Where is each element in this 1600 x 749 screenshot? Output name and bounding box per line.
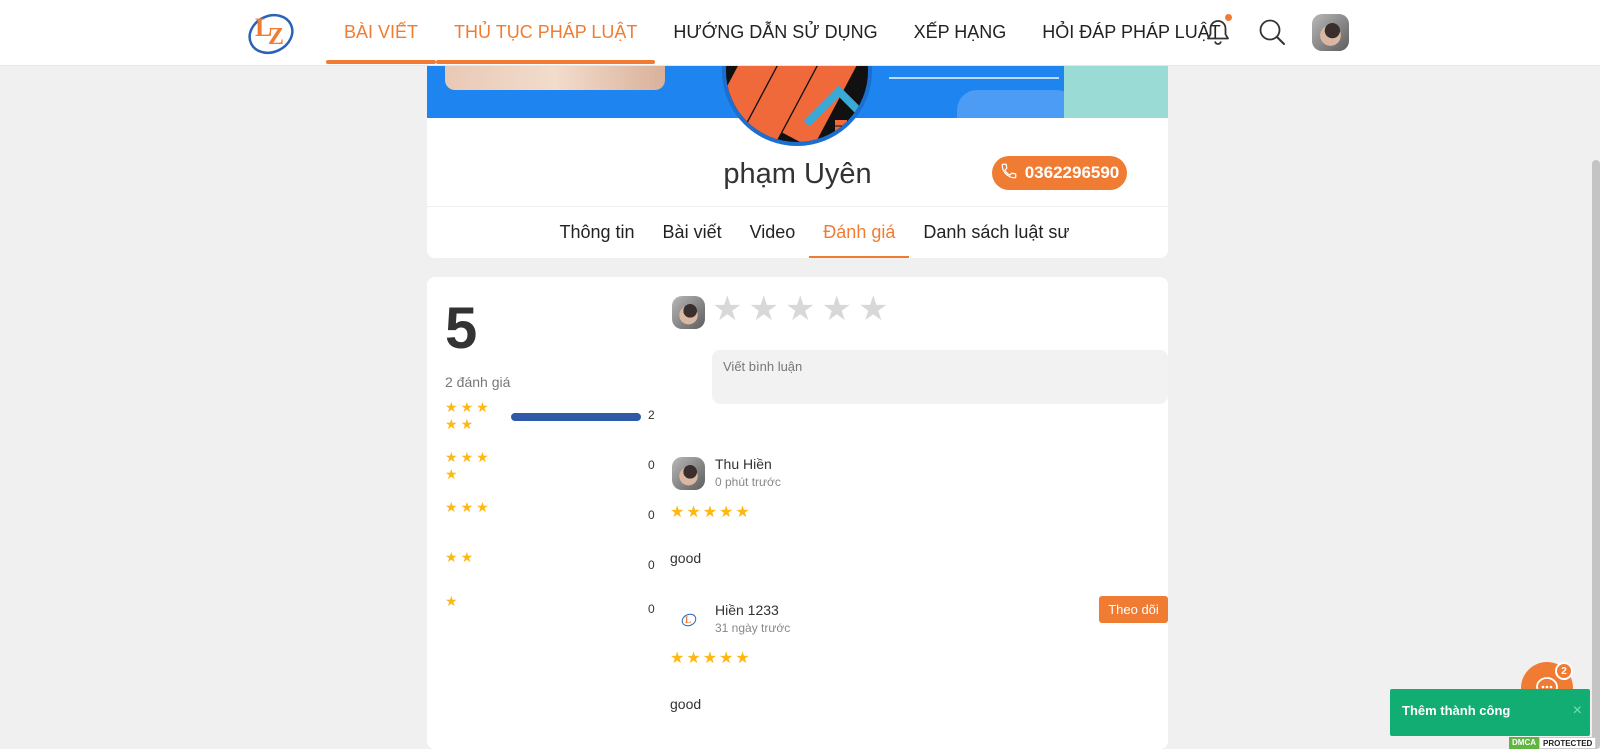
- profile-tabs: Thông tin Bài viết Video Đánh giá Danh s…: [427, 207, 1168, 258]
- reviewer-name[interactable]: Hiền 1233: [715, 602, 779, 618]
- rating-row-count: 0: [648, 508, 655, 522]
- rating-bar: [511, 463, 641, 471]
- tab-danh-gia[interactable]: Đánh giá: [809, 207, 910, 258]
- review-text: good: [670, 550, 702, 566]
- star-icon: ★: [460, 416, 474, 432]
- rating-row-stars: ★ ★ ★: [445, 499, 495, 515]
- star-icon: ★: [460, 399, 474, 415]
- user-avatar[interactable]: [1312, 14, 1349, 51]
- star-icon: ★: [445, 549, 458, 565]
- rating-bar: [511, 563, 641, 571]
- phone-number: 0362296590: [1024, 163, 1120, 182]
- current-user-avatar: [672, 296, 705, 329]
- tab-danh-sach-luat-su[interactable]: Danh sách luật sư: [909, 207, 1083, 258]
- star-icon: ★: [476, 399, 489, 415]
- toast-message: Thêm thành công: [1402, 703, 1511, 718]
- rating-row-count: 0: [648, 602, 655, 616]
- review-text: good: [670, 696, 702, 712]
- star-icon: ★: [445, 416, 458, 432]
- review-item: L Hiền 1233 31 ngày trước Theo dõi ★ ★ ★ ★ ★…: [670, 596, 1168, 713]
- star-icon: ★: [460, 499, 474, 515]
- star-icon: ★: [445, 399, 458, 415]
- rate-star-3[interactable]: ★: [785, 291, 815, 327]
- rating-row-count: 2: [648, 408, 655, 422]
- rating-bar: [511, 413, 641, 421]
- success-toast: Thêm thành công ×: [1390, 689, 1590, 736]
- rating-row-count: 0: [648, 458, 655, 472]
- star-icon: ★: [476, 449, 489, 465]
- rating-bar-fill: [511, 413, 641, 421]
- search-icon[interactable]: [1254, 14, 1290, 50]
- rating-row-stars: ★: [445, 593, 495, 609]
- review-count: 2 đánh giá: [445, 374, 511, 390]
- rating-row-2: ★ ★ 0: [445, 549, 655, 589]
- notification-dot: [1225, 14, 1232, 21]
- rating-input[interactable]: ★ ★ ★ ★ ★: [712, 291, 888, 327]
- rating-row-stars: ★ ★ ★ ★: [445, 449, 495, 482]
- review-stars: ★ ★ ★ ★ ★: [670, 650, 750, 667]
- chat-badge: 2: [1555, 662, 1573, 680]
- phone-button[interactable]: 0362296590: [992, 156, 1127, 190]
- scrollbar-thumb[interactable]: [1592, 160, 1600, 749]
- svg-text:L: L: [685, 615, 691, 625]
- rating-row-3: ★ ★ ★ 0: [445, 499, 655, 539]
- tab-thong-tin[interactable]: Thông tin: [545, 207, 648, 258]
- rating-row-1: ★ 0: [445, 593, 655, 633]
- top-header: L Z BÀI VIẾT THỦ TỤC PHÁP LUẬT HƯỚNG DẪN…: [0, 0, 1600, 66]
- rating-row-count: 0: [648, 558, 655, 572]
- svg-text:Z: Z: [268, 24, 284, 50]
- rate-star-1[interactable]: ★: [712, 291, 742, 327]
- rating-row-stars: ★ ★ ★ ★ ★: [445, 399, 495, 432]
- profile-card: phạm Uyên 0362296590 Thông tin Bài viết …: [427, 66, 1168, 258]
- nav-item-xep-hang[interactable]: XẾP HẠNG: [896, 0, 1025, 66]
- close-icon[interactable]: ×: [1573, 702, 1582, 720]
- star-icon: ★: [445, 499, 458, 515]
- rating-bar: [511, 513, 641, 521]
- tab-video[interactable]: Video: [736, 207, 810, 258]
- review-stars: ★ ★ ★ ★ ★: [670, 504, 750, 521]
- reviewer-avatar[interactable]: [672, 457, 705, 490]
- star-icon: ★: [445, 449, 458, 465]
- star-icon: ★: [476, 499, 489, 515]
- bell-icon[interactable]: [1200, 14, 1236, 50]
- rate-star-4[interactable]: ★: [821, 291, 851, 327]
- star-icon: ★: [460, 549, 474, 565]
- rating-bar: [511, 607, 641, 615]
- rate-star-2[interactable]: ★: [748, 291, 778, 327]
- tab-bai-viet[interactable]: Bài viết: [649, 207, 736, 258]
- profile-picture: [722, 66, 872, 146]
- review-item: Thu Hiền 0 phút trước ★ ★ ★ ★ ★ good: [670, 456, 1168, 567]
- reviewer-name[interactable]: Thu Hiền: [715, 456, 772, 472]
- star-icon: ★: [460, 449, 474, 465]
- reviews-card: 5 2 đánh giá ★ ★ ★ ★ ★ 2 ★ ★ ★ ★ 0 ★ ★ ★ 0 ★ ★ 0 ★ 0 ★ ★ ★ …: [427, 277, 1168, 749]
- site-logo[interactable]: L Z: [246, 8, 296, 56]
- star-icon: ★: [445, 466, 458, 482]
- follow-button[interactable]: Theo dõi: [1099, 596, 1168, 623]
- nav-item-huong-dan-su-dung[interactable]: HƯỚNG DẪN SỬ DỤNG: [655, 0, 895, 66]
- average-score: 5: [445, 296, 478, 361]
- reviewer-logo-icon[interactable]: L: [672, 603, 705, 636]
- dmca-badge[interactable]: DMCA PROTECTED: [1509, 737, 1600, 749]
- rating-row-5: ★ ★ ★ ★ ★ 2: [445, 399, 655, 439]
- main-nav: BÀI VIẾT THỦ TỤC PHÁP LUẬT HƯỚNG DẪN SỬ …: [326, 0, 1239, 66]
- nav-item-thu-tuc-phap-luat[interactable]: THỦ TỤC PHÁP LUẬT: [436, 0, 656, 66]
- phone-icon: [1000, 162, 1018, 185]
- rating-row-stars: ★ ★: [445, 549, 495, 565]
- rate-star-5[interactable]: ★: [858, 291, 888, 327]
- review-time: 0 phút trước: [715, 475, 781, 489]
- rating-row-4: ★ ★ ★ ★ 0: [445, 449, 655, 489]
- nav-item-bai-viet[interactable]: BÀI VIẾT: [326, 0, 437, 66]
- review-time: 31 ngày trước: [715, 621, 791, 635]
- comment-input[interactable]: [712, 350, 1168, 404]
- star-icon: ★: [445, 593, 458, 609]
